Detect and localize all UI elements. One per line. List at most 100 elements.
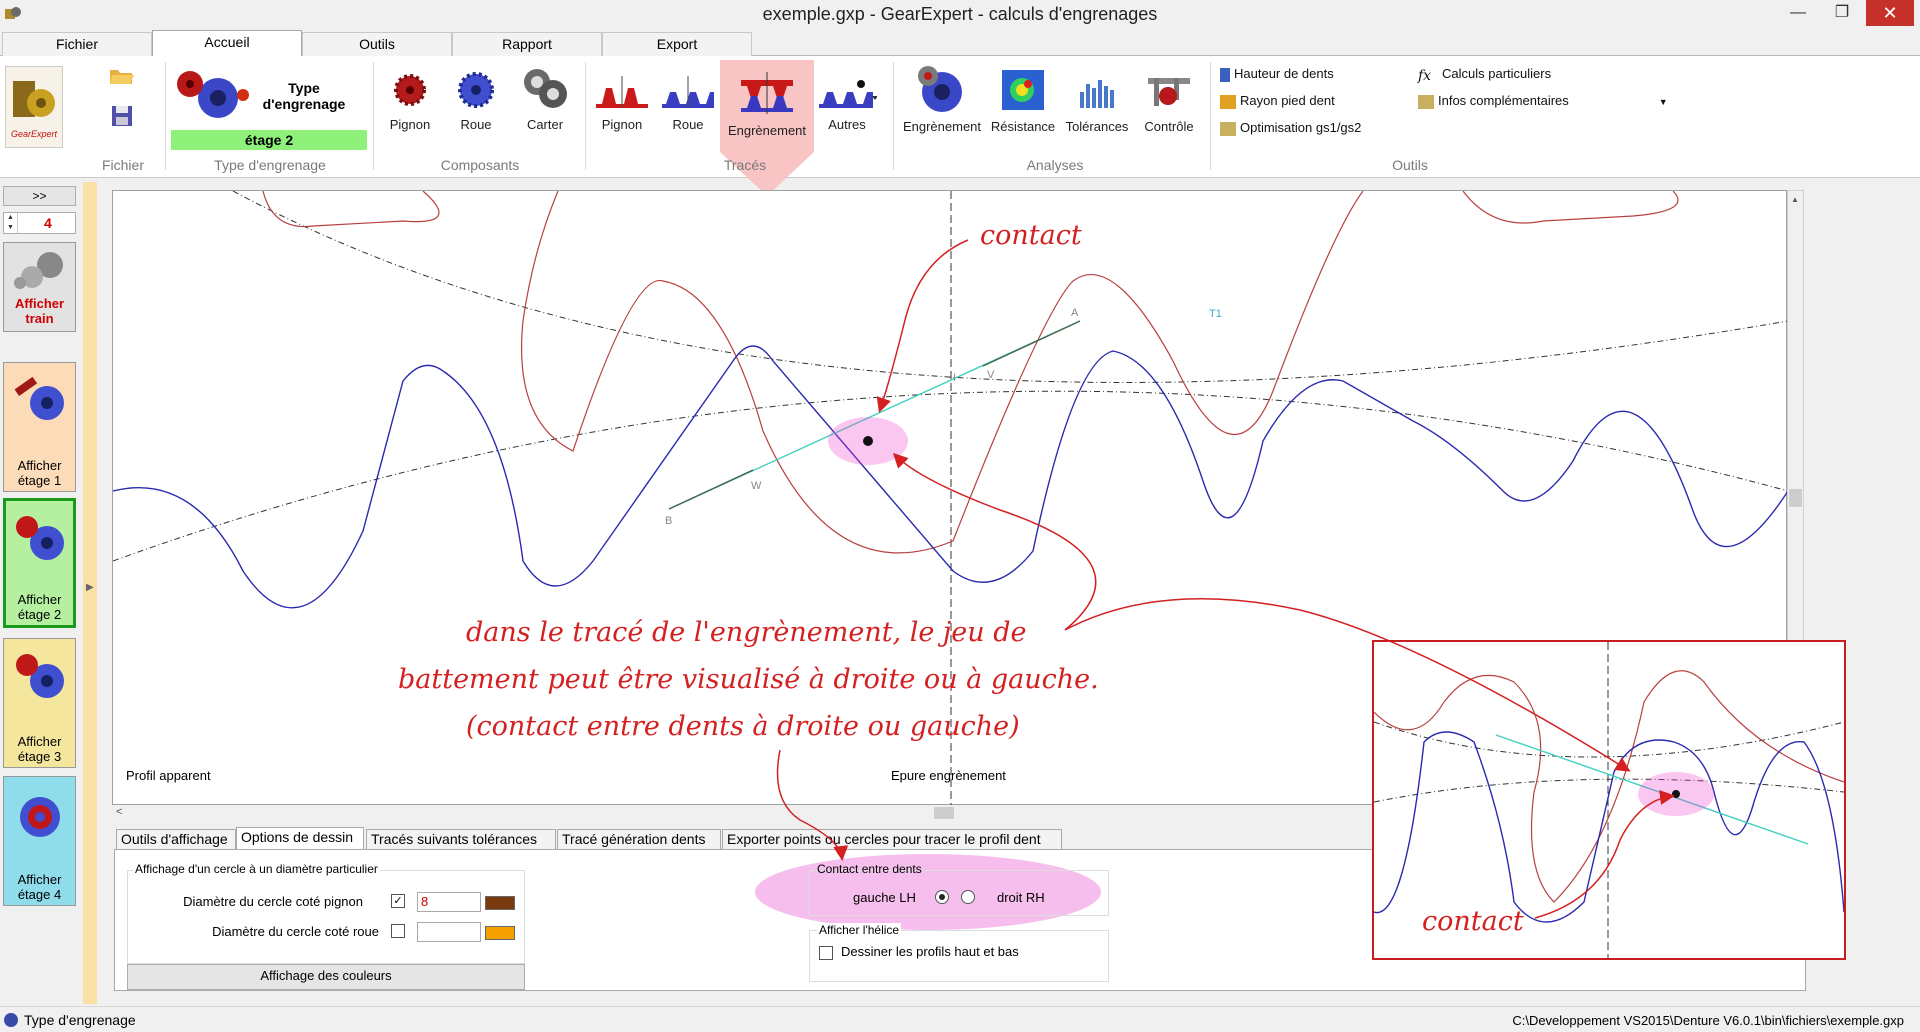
stage-3-label: Afficher étage 3 bbox=[17, 734, 62, 764]
trace-autres-button[interactable]: Autres bbox=[814, 70, 880, 132]
pinion-profile-icon bbox=[596, 76, 648, 108]
optimisation-button[interactable]: Optimisation gs1/gs2 bbox=[1220, 120, 1361, 136]
tab-outils-affichage[interactable]: Outils d'affichage bbox=[116, 829, 236, 849]
gear-train-icon bbox=[13, 252, 63, 289]
pinion-tooth-profile bbox=[262, 190, 1679, 554]
tab-fichier[interactable]: Fichier bbox=[2, 32, 152, 56]
tab-trace-generation[interactable]: Tracé génération dents bbox=[557, 829, 721, 849]
open-folder-icon[interactable] bbox=[108, 64, 136, 86]
scroll-left-icon[interactable]: < bbox=[116, 806, 122, 818]
roue-circle-label: Diamètre du cercle coté roue bbox=[212, 924, 379, 939]
helix-checkbox-label: Dessiner les profils haut et bas bbox=[841, 944, 1019, 959]
show-stage-3-button[interactable]: Afficher étage 3 bbox=[3, 638, 76, 768]
helix-group-legend: Afficher l'hélice bbox=[817, 923, 902, 937]
roue-circle-input[interactable] bbox=[417, 922, 481, 942]
info-icon bbox=[1418, 94, 1434, 109]
hauteur-dents-button[interactable]: Hauteur de dents bbox=[1220, 66, 1334, 82]
circle-diameter-legend: Affichage d'un cercle à un diamètre part… bbox=[133, 862, 380, 876]
ribbon: GearExpert Fichier Type d'engrenage étag… bbox=[0, 56, 1920, 196]
colors-display-button[interactable]: Affichage des couleurs bbox=[127, 964, 525, 990]
pignon-circle-label: Diamètre du cercle coté pignon bbox=[183, 894, 363, 909]
composant-roue-button[interactable]: Roue bbox=[448, 70, 504, 132]
pignon-circle-input[interactable]: 8 bbox=[417, 892, 481, 912]
show-stage-4-button[interactable]: Afficher étage 4 bbox=[3, 776, 76, 906]
scroll-up-icon[interactable]: ▲ bbox=[1791, 195, 1799, 204]
helix-checkbox[interactable] bbox=[819, 946, 833, 960]
annotation-line-1: dans le tracé de l'engrènement, le jeu d… bbox=[466, 617, 1027, 648]
trace-engrenement-button[interactable]: Engrènement bbox=[720, 60, 814, 152]
analyse-tolerances-button[interactable]: Tolérances bbox=[1062, 72, 1132, 134]
svg-text:GearExpert: GearExpert bbox=[11, 129, 58, 139]
analyse-engrenement-button[interactable]: Engrènement bbox=[900, 64, 984, 134]
composant-pignon-button[interactable]: Pignon bbox=[382, 70, 438, 132]
analyse-resistance-button[interactable]: Résistance bbox=[988, 68, 1058, 134]
wheel-profile-icon bbox=[662, 76, 714, 108]
contact-left-radio[interactable] bbox=[935, 890, 949, 904]
trace-roue-button[interactable]: Roue bbox=[658, 70, 718, 132]
contact-right-radio[interactable] bbox=[961, 890, 975, 904]
analyse-tolerances-label: Tolérances bbox=[1065, 119, 1129, 134]
show-stage-1-button[interactable]: Afficher étage 1 bbox=[3, 362, 76, 492]
composant-roue-label: Roue bbox=[460, 117, 492, 132]
gear-type-label[interactable]: Type d'engrenage bbox=[254, 80, 354, 112]
tab-accueil[interactable]: Accueil bbox=[152, 30, 302, 57]
left-panel: >> ▲ ▼ 4 Afficher train Afficher étage 1 A… bbox=[0, 180, 80, 1006]
trace-pignon-label: Pignon bbox=[601, 117, 643, 132]
status-file-path: C:\Developpement VS2015\Denture V6.0.1\b… bbox=[1512, 1013, 1904, 1028]
tab-export[interactable]: Export bbox=[602, 32, 752, 56]
gearexpert-logo-button[interactable]: GearExpert bbox=[5, 66, 63, 148]
window-title: exemple.gxp - GearExpert - calculs d'eng… bbox=[762, 4, 1158, 24]
contact-point bbox=[863, 436, 873, 446]
minimize-button[interactable]: — bbox=[1776, 0, 1820, 26]
pignon-circle-checkbox[interactable]: ✓ bbox=[391, 894, 405, 908]
stage-badge[interactable]: étage 2 bbox=[171, 130, 367, 150]
annotation-contact-inset: contact bbox=[1422, 906, 1524, 937]
analyse-resistance-label: Résistance bbox=[990, 119, 1056, 134]
stage-count-spinner[interactable]: ▲ ▼ 4 bbox=[3, 212, 76, 234]
other-traces-icon bbox=[819, 80, 878, 108]
spinner-arrows-icon[interactable]: ▲ ▼ bbox=[4, 213, 18, 233]
housing-icon bbox=[524, 69, 567, 108]
rayon-pied-button[interactable]: Rayon pied dent bbox=[1220, 93, 1335, 109]
svg-text:I: I bbox=[953, 372, 956, 384]
tooth-height-icon bbox=[1220, 67, 1230, 82]
tab-traces-tolerances[interactable]: Tracés suivants tolérances bbox=[366, 829, 556, 849]
wheel-gear-icon bbox=[458, 72, 494, 108]
left-panel-scrollbar[interactable]: ▶ bbox=[83, 182, 97, 1004]
stage-count-value: 4 bbox=[44, 215, 52, 231]
root-radius-icon bbox=[1220, 94, 1236, 109]
close-button[interactable]: ✕ bbox=[1866, 0, 1914, 26]
analyse-controle-label: Contrôle bbox=[1144, 119, 1194, 134]
svg-text:A: A bbox=[1071, 307, 1079, 319]
collapse-arrow-icon[interactable]: ▶ bbox=[86, 582, 94, 593]
expand-panel-button[interactable]: >> bbox=[3, 186, 76, 206]
show-stage-2-button[interactable]: Afficher étage 2 bbox=[3, 498, 76, 628]
maximize-button[interactable]: ❐ bbox=[1820, 0, 1864, 26]
roue-color-swatch[interactable] bbox=[485, 926, 515, 940]
infos-complementaires-button[interactable]: Infos complémentaires ▼ bbox=[1418, 93, 1668, 109]
svg-text:W: W bbox=[751, 480, 762, 492]
vertical-scroll-thumb[interactable] bbox=[1789, 489, 1802, 507]
show-train-label: Afficher train bbox=[14, 296, 65, 326]
horizontal-scroll-thumb[interactable] bbox=[934, 807, 954, 819]
status-gear-icon bbox=[4, 1013, 18, 1027]
tab-outils[interactable]: Outils bbox=[302, 32, 452, 56]
analyse-controle-button[interactable]: Contrôle bbox=[1136, 70, 1202, 134]
show-train-button[interactable]: Afficher train bbox=[3, 242, 76, 332]
contact-right-label: droit RH bbox=[997, 890, 1045, 905]
roue-circle-checkbox[interactable] bbox=[391, 924, 405, 938]
composant-carter-button[interactable]: Carter bbox=[514, 66, 576, 132]
trace-pignon-button[interactable]: Pignon bbox=[592, 70, 652, 132]
stage-4-label: Afficher étage 4 bbox=[17, 872, 62, 902]
tab-rapport[interactable]: Rapport bbox=[452, 32, 602, 56]
profile-label: Profil apparent bbox=[126, 768, 211, 783]
calculs-particuliers-button[interactable]: fx Calculs particuliers bbox=[1418, 66, 1551, 84]
title-bar: exemple.gxp - GearExpert - calculs d'eng… bbox=[0, 0, 1920, 28]
dropdown-arrow-icon[interactable]: ▼ bbox=[1659, 97, 1668, 107]
ribbon-tabs: Fichier Accueil Outils Rapport Export bbox=[0, 30, 1920, 57]
tab-exporter-points[interactable]: Exporter points ou cercles pour tracer l… bbox=[722, 829, 1062, 849]
save-icon[interactable] bbox=[110, 104, 134, 128]
contact-group-legend: Contact entre dents bbox=[817, 862, 922, 876]
tab-options-dessin[interactable]: Options de dessin bbox=[236, 827, 364, 850]
pignon-color-swatch[interactable] bbox=[485, 896, 515, 910]
